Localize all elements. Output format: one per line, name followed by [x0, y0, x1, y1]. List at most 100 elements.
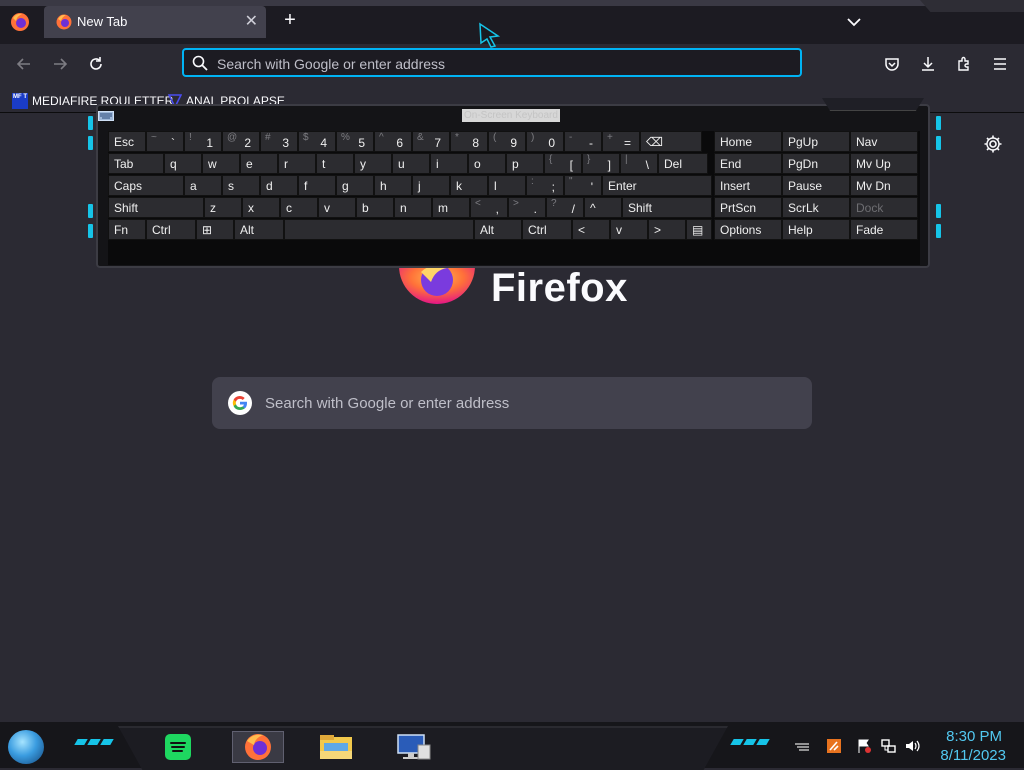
pocket-button[interactable] [880, 52, 904, 76]
osk-key-symbol[interactable]: ▤ [686, 219, 712, 240]
osk-key-shift[interactable]: Shift [622, 197, 712, 218]
reload-button[interactable] [84, 52, 108, 76]
osk-key-symbol[interactable]: >. [508, 197, 546, 218]
osk-key-pause[interactable]: Pause [782, 175, 850, 196]
taskbar-remote-desktop[interactable] [388, 731, 440, 763]
osk-key-x[interactable]: x [242, 197, 280, 218]
osk-key-symbol[interactable]: ~ ` [146, 131, 184, 152]
osk-key-b[interactable]: b [356, 197, 394, 218]
action-center-flag-icon[interactable] [856, 738, 872, 754]
app-menu-button[interactable] [988, 52, 1012, 76]
osk-key-z[interactable]: z [204, 197, 242, 218]
osk-key-ctrl[interactable]: Ctrl [146, 219, 196, 240]
osk-key-g[interactable]: g [336, 175, 374, 196]
volume-icon[interactable] [904, 738, 920, 754]
osk-key-prtscn[interactable]: PrtScn [714, 197, 782, 218]
osk-key-r[interactable]: r [278, 153, 316, 174]
osk-key-mv-dn[interactable]: Mv Dn [850, 175, 918, 196]
osk-key-7[interactable]: & 7 [412, 131, 450, 152]
downloads-button[interactable] [916, 52, 940, 76]
osk-key-5[interactable]: % 5 [336, 131, 374, 152]
osk-key-dock[interactable]: Dock [850, 197, 918, 218]
osk-key-insert[interactable]: Insert [714, 175, 782, 196]
osk-key-symbol[interactable]: ⌫ [640, 131, 702, 152]
osk-key-j[interactable]: j [412, 175, 450, 196]
osk-key-s[interactable]: s [222, 175, 260, 196]
osk-key-tab[interactable]: Tab [108, 153, 164, 174]
osk-key-end[interactable]: End [714, 153, 782, 174]
osk-key-1[interactable]: ! 1 [184, 131, 222, 152]
osk-key-symbol[interactable]: {[ [544, 153, 582, 174]
osk-key-options[interactable]: Options [714, 219, 782, 240]
osk-key-i[interactable]: i [430, 153, 468, 174]
start-button[interactable] [8, 730, 44, 764]
osk-key-w[interactable]: w [202, 153, 240, 174]
osk-key-nav[interactable]: Nav [850, 131, 918, 152]
taskbar-firefox[interactable] [232, 731, 284, 763]
osk-key-l[interactable]: l [488, 175, 526, 196]
osk-key-esc[interactable]: Esc [108, 131, 146, 152]
osk-key-pgdn[interactable]: PgDn [782, 153, 850, 174]
osk-key-m[interactable]: m [432, 197, 470, 218]
osk-key-e[interactable]: e [240, 153, 278, 174]
osk-key-symbol[interactable]: < [572, 219, 610, 240]
osk-key-v[interactable]: v [610, 219, 648, 240]
close-icon[interactable]: ✕ [245, 11, 258, 31]
osk-key-y[interactable]: y [354, 153, 392, 174]
new-tab-button[interactable]: + [280, 9, 300, 32]
show-hidden-icons-icon[interactable] [794, 738, 810, 754]
osk-key-a[interactable]: a [184, 175, 222, 196]
osk-key-fade[interactable]: Fade [850, 219, 918, 240]
osk-key-2[interactable]: @2 [222, 131, 260, 152]
osk-key-k[interactable]: k [450, 175, 488, 196]
content-search-box[interactable]: Search with Google or enter address [212, 377, 812, 429]
osk-key-symbol[interactable]: }] [582, 153, 620, 174]
osk-key-symbol[interactable]: " ' [564, 175, 602, 196]
osk-key-6[interactable]: ^ 6 [374, 131, 412, 152]
chevron-down-icon[interactable] [844, 12, 864, 32]
extensions-button[interactable] [952, 52, 976, 76]
tab-new-tab[interactable]: New Tab ✕ [44, 6, 266, 38]
osk-key-n[interactable]: n [394, 197, 432, 218]
gear-icon[interactable] [983, 134, 1003, 154]
osk-key-scrlk[interactable]: ScrLk [782, 197, 850, 218]
osk-key-8[interactable]: * 8 [450, 131, 488, 152]
osk-key-space[interactable] [284, 219, 474, 240]
osk-key-9[interactable]: (9 [488, 131, 526, 152]
osk-key-c[interactable]: c [280, 197, 318, 218]
osk-key-ctrl[interactable]: Ctrl [522, 219, 572, 240]
osk-key-symbol[interactable]: ? / [546, 197, 584, 218]
osk-key-pgup[interactable]: PgUp [782, 131, 850, 152]
address-bar[interactable]: Search with Google or enter address [182, 48, 802, 77]
taskbar-file-explorer[interactable] [310, 731, 362, 763]
osk-key-help[interactable]: Help [782, 219, 850, 240]
osk-key-u[interactable]: u [392, 153, 430, 174]
osk-key-symbol[interactable]: + = [602, 131, 640, 152]
network-icon[interactable] [880, 738, 896, 754]
osk-key-home[interactable]: Home [714, 131, 782, 152]
osk-key-alt[interactable]: Alt [234, 219, 284, 240]
osk-key-symbol[interactable]: > [648, 219, 686, 240]
osk-key-symbol[interactable]: :; [526, 175, 564, 196]
osk-key-v[interactable]: v [318, 197, 356, 218]
app-tray-icon[interactable] [826, 738, 842, 754]
osk-key-p[interactable]: p [506, 153, 544, 174]
osk-key-alt[interactable]: Alt [474, 219, 522, 240]
osk-key-4[interactable]: $4 [298, 131, 336, 152]
osk-key-t[interactable]: t [316, 153, 354, 174]
osk-key-mv-up[interactable]: Mv Up [850, 153, 918, 174]
osk-key-d[interactable]: d [260, 175, 298, 196]
osk-key-symbol[interactable]: | \ [620, 153, 658, 174]
osk-key-f[interactable]: f [298, 175, 336, 196]
osk-key-symbol[interactable]: ^ [584, 197, 622, 218]
firefox-view-icon[interactable] [10, 12, 30, 32]
taskbar-spotify[interactable] [154, 731, 206, 763]
osk-key-del[interactable]: Del [658, 153, 708, 174]
osk-key-symbol[interactable]: <, [470, 197, 508, 218]
back-button[interactable] [12, 52, 36, 76]
osk-key-shift[interactable]: Shift [108, 197, 204, 218]
osk-key-fn[interactable]: Fn [108, 219, 146, 240]
osk-key-symbol[interactable]: ⊞ [196, 219, 234, 240]
osk-key-enter[interactable]: Enter [602, 175, 712, 196]
osk-key-h[interactable]: h [374, 175, 412, 196]
